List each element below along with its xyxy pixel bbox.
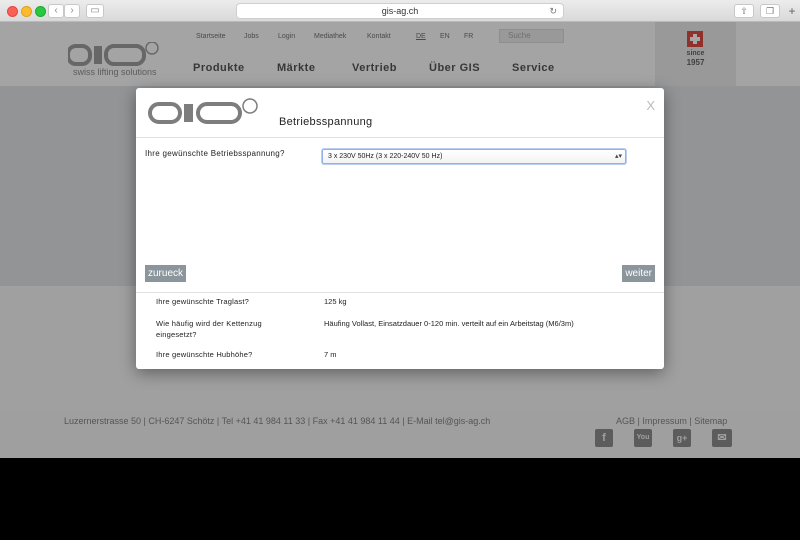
minimize-window-button[interactable] bbox=[21, 6, 32, 17]
question-label: Ihre gewünschte Betriebsspannung? bbox=[145, 149, 285, 158]
back-icon[interactable]: ‹ bbox=[48, 4, 64, 18]
summary-label: Wie häufig wird der Kettenzug eingesetzt… bbox=[156, 319, 262, 339]
sidebar-icon[interactable]: ▭ bbox=[86, 4, 104, 18]
next-button[interactable]: weiter bbox=[622, 265, 655, 282]
close-window-button[interactable] bbox=[7, 6, 18, 17]
maximize-window-button[interactable] bbox=[35, 6, 46, 17]
dialog-gis-logo bbox=[148, 98, 258, 124]
browser-window: ‹ › ▭ gis-ag.ch ↻ ⇧ ❐ + swiss lifting so… bbox=[0, 0, 800, 458]
summary-value: 7 m bbox=[324, 350, 337, 359]
dialog-title: Betriebsspannung bbox=[279, 116, 373, 128]
back-button[interactable]: zurueck bbox=[145, 265, 187, 282]
summary-value: 125 kg bbox=[324, 297, 347, 306]
forward-icon[interactable]: › bbox=[64, 4, 80, 18]
selected-voltage: 3 x 230V 50Hz (3 x 220-240V 50 Hz) bbox=[328, 153, 443, 160]
share-icon[interactable]: ⇧ bbox=[734, 4, 754, 18]
address-bar[interactable]: gis-ag.ch ↻ bbox=[236, 3, 564, 19]
tabs-icon[interactable]: ❐ bbox=[760, 4, 780, 18]
configurator-dialog: Betriebsspannung X Ihre gewünschte Betri… bbox=[136, 88, 664, 369]
browser-toolbar: ‹ › ▭ gis-ag.ch ↻ ⇧ ❐ + bbox=[0, 0, 800, 22]
divider bbox=[136, 292, 664, 293]
summary-value: Häufing Vollast, Einsatzdauer 0-120 min.… bbox=[324, 319, 574, 328]
address-text: gis-ag.ch bbox=[381, 6, 419, 16]
updown-arrows-icon: ▴▾ bbox=[614, 153, 622, 160]
website: swiss lifting solutions Startseite Jobs … bbox=[0, 22, 800, 458]
summary-label: Ihre gewünschte Traglast? bbox=[156, 297, 249, 306]
new-tab-icon[interactable]: + bbox=[784, 0, 800, 22]
close-icon[interactable]: X bbox=[646, 98, 655, 113]
voltage-select[interactable]: 3 x 230V 50Hz (3 x 220-240V 50 Hz) ▴▾ bbox=[322, 149, 626, 164]
dialog-header: Betriebsspannung X bbox=[136, 88, 664, 138]
summary-label: Ihre gewünschte Hubhöhe? bbox=[156, 350, 253, 359]
reload-icon[interactable]: ↻ bbox=[549, 4, 557, 19]
